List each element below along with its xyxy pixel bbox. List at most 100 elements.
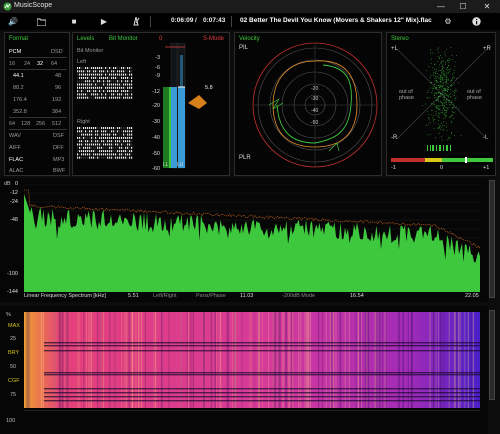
format-dsd-128: 128 — [21, 121, 31, 127]
velocity-ring-20: -20 — [311, 86, 319, 92]
toolbar-divider — [150, 16, 151, 27]
spectrum-ytick: -100 — [6, 271, 18, 277]
format-rate-352: 352.8 — [13, 109, 27, 115]
meter-rms-edge — [169, 87, 171, 168]
format-rate-384: 384 — [52, 109, 62, 115]
spectrogram-label-cgf: CGF — [8, 378, 20, 384]
spectrum-ytick: -144 — [6, 289, 18, 295]
meter-top-marker: 0 — [159, 36, 163, 42]
close-button[interactable]: ✕ — [476, 0, 498, 13]
format-dsd-512: 512 — [52, 121, 62, 127]
format-rate-176: 176.4 — [13, 97, 27, 103]
stereo-out-of-phase-left: out of phase — [399, 89, 414, 101]
spectrum-mode-pans[interactable]: Pans/Phase — [196, 293, 226, 299]
format-title: Format — [9, 36, 29, 42]
meter-tick-label: -3 — [155, 55, 160, 61]
format-dsd-256: 256 — [36, 121, 46, 127]
meter-tick-label: -9 — [155, 73, 160, 79]
meter-right-label: LU — [177, 162, 184, 168]
meter-tick-label: -40 — [152, 135, 160, 141]
format-bits-64: 64 — [51, 61, 58, 67]
format-mp3: MP3 — [53, 157, 65, 163]
spectrum-ytick: -12 — [10, 190, 18, 196]
bit-monitor-label: Bit Monitor — [77, 48, 104, 54]
spectrum-mode-lr[interactable]: Left/Right — [153, 293, 177, 299]
velocity-panel: Velocity PIL PLR -20 -30 -40 -50 — [234, 32, 382, 176]
meter-histogram — [188, 95, 207, 109]
format-rate-88: 88.2 — [13, 85, 24, 91]
toolbar-divider — [231, 16, 232, 27]
play-icon[interactable]: ▶ — [96, 15, 112, 28]
meter-tick-label: -50 — [152, 151, 160, 157]
spectrum-xtick-22: 22.05 — [465, 293, 479, 299]
spectrum-scrollbar[interactable] — [489, 180, 495, 298]
bit-monitor-left-grid — [77, 67, 133, 99]
format-dff: DFF — [53, 145, 64, 151]
spectrogram-label-bry: BRY — [8, 350, 20, 356]
stereo-correlation-bar — [391, 157, 493, 163]
correlation-max: +1 — [483, 165, 490, 171]
open-folder-icon[interactable] — [33, 15, 49, 28]
spectrum-xtick-5: 5.51 — [128, 293, 139, 299]
meter-tick-label: -12 — [152, 89, 160, 95]
spectrum-mode-200db[interactable]: -200dB Mode — [282, 293, 315, 299]
meter-bar-right-fill — [178, 87, 185, 168]
velocity-pil-label: PIL — [239, 45, 249, 51]
format-bwf: BWF — [53, 168, 66, 174]
spectrogram-panel: % MAX 25 BRY 50 CGF 75 100 — [0, 306, 488, 434]
format-flac: FLAC — [9, 157, 24, 163]
settings-gear-icon[interactable]: ⚙ — [440, 15, 456, 28]
format-bits-16: 16 — [9, 61, 16, 67]
meter-tick-label: -6 — [155, 65, 160, 71]
divider — [9, 129, 67, 130]
format-rate-96: 96 — [55, 85, 62, 91]
metronome-icon[interactable] — [128, 15, 144, 28]
meter-tick-label: -20 — [152, 103, 160, 109]
spectrogram-label-50: 50 — [10, 364, 17, 370]
correlation-min: -1 — [391, 165, 396, 171]
app-logo-icon — [3, 2, 12, 11]
bit-monitor-right-grid — [77, 127, 133, 159]
format-wav: WAV — [9, 133, 21, 139]
format-dsd-64: 64 — [9, 121, 16, 127]
format-dsf: DSF — [53, 133, 64, 139]
spectrum-ytick: -48 — [10, 217, 18, 223]
levels-mode-label[interactable]: Bit Monitor — [109, 36, 138, 42]
meter-bar-left-fill — [171, 87, 177, 168]
info-icon[interactable] — [468, 15, 484, 28]
format-rate-44: 44.1 — [13, 73, 24, 79]
spectrum-xlabel: Linear Frequency Spectrum [kHz] — [24, 293, 106, 299]
format-bits-24: 24 — [24, 61, 31, 67]
format-aiff: AIFF — [9, 145, 21, 151]
maximize-button[interactable]: ☐ — [452, 0, 474, 13]
spectrogram-label-100: 100 — [6, 418, 16, 424]
spectrum-plot — [24, 184, 480, 292]
meter-peak-hold — [180, 55, 183, 87]
track-title: 02 Better The Devil You Know (Movers & S… — [240, 17, 432, 24]
stereo-balance-bars — [427, 145, 451, 151]
spectrum-panel: dB 0 -12 -24 -48 -100 -144 Linear Frequency S… — [0, 178, 488, 302]
minimize-button[interactable]: — — [430, 0, 452, 13]
stop-icon[interactable]: ■ — [66, 15, 82, 28]
spectrogram-plot — [24, 312, 480, 408]
bit-monitor-left-label: Left — [77, 59, 87, 65]
meter-tick-label: -60 — [152, 166, 160, 172]
meter-mode-label[interactable]: S-Mode — [203, 36, 224, 42]
spectrum-xtick-16: 16.54 — [350, 293, 364, 299]
format-dsd: DSD — [51, 49, 63, 55]
correlation-mid: 0 — [440, 165, 444, 171]
meter-peak-value: 5.8 — [205, 85, 213, 91]
spectrogram-scrollbar[interactable] — [489, 310, 495, 400]
format-rate-192: 192 — [52, 97, 62, 103]
volume-icon[interactable]: 🔊 — [5, 15, 21, 28]
velocity-ring-30: -30 — [311, 96, 319, 102]
transport-toolbar: 🔊 ■ ▶ 0:06:09 / 0:07:43 02 Better The De… — [0, 13, 500, 30]
level-meter: -3 -6 -9 -12 -20 -30 -40 -50 -60 — [152, 43, 207, 172]
spectrogram-label-pct: % — [6, 312, 11, 318]
meter-left-label: LL — [163, 162, 169, 168]
velocity-radar — [252, 42, 378, 168]
format-pcm: PCM — [9, 49, 22, 55]
spectrum-ytick: -24 — [10, 199, 18, 205]
spectrogram-label-max: MAX — [8, 323, 20, 329]
levels-title: Levels — [77, 36, 95, 42]
